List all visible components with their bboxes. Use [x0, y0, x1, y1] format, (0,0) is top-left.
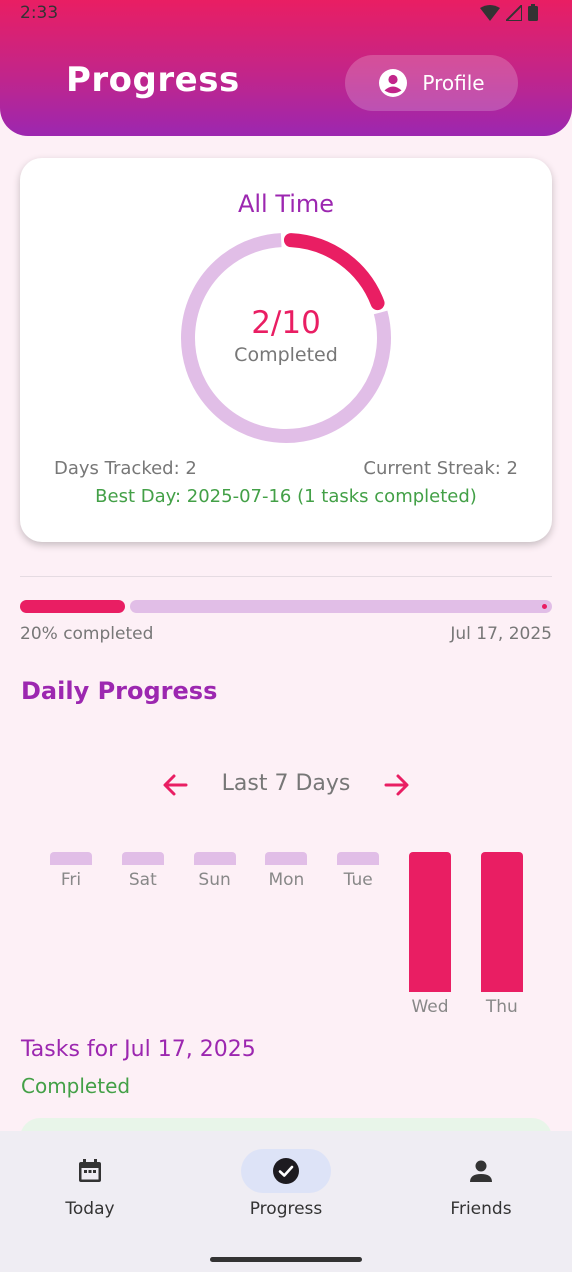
day-bar-sun [193, 852, 236, 865]
day-bar-wed [409, 852, 451, 992]
days-tracked: Days Tracked: 2 [54, 458, 197, 479]
card-title: All Time [237, 190, 335, 218]
day-label-wed: Wed [411, 997, 449, 1017]
day-bar-sat [121, 852, 164, 865]
day-bar-fri [50, 852, 92, 865]
day-label-thu: Thu [485, 997, 518, 1017]
account-circle-icon [379, 69, 408, 97]
nav-label-progress: Progress [249, 1199, 323, 1219]
page-title: Progress [66, 60, 240, 100]
tasks-title: Tasks for Jul 17, 2025 [21, 1037, 256, 1062]
nav-label-today: Today [65, 1199, 115, 1219]
progress-end-dot [542, 604, 547, 609]
bottom-nav: Today Progress Friends [0, 1131, 572, 1272]
daily-progress-title: Daily Progress [21, 677, 218, 705]
check-circle-icon [273, 1158, 299, 1184]
percent-completed: 20% completed [20, 624, 154, 644]
divider [20, 576, 552, 577]
day-bar-tue [337, 852, 380, 865]
daily-bar-chart: Fri Sat Sun Mon Tue Wed Thu [0, 840, 572, 1020]
person-icon [470, 1160, 492, 1182]
completed-label: Completed [234, 344, 338, 366]
gesture-bar [210, 1257, 362, 1262]
wifi-icon [480, 4, 500, 21]
arrow-right-icon[interactable] [382, 770, 412, 800]
completed-heading: Completed [21, 1074, 131, 1098]
status-time: 2:33 [20, 3, 59, 23]
nav-label-friends: Friends [450, 1199, 512, 1219]
progress-date: Jul 17, 2025 [450, 624, 552, 644]
day-label-fri: Fri [60, 870, 82, 890]
best-day: Best Day: 2025-07-16 (1 tasks completed) [95, 486, 477, 507]
range-label: Last 7 Days [221, 771, 351, 796]
current-streak: Current Streak: 2 [363, 458, 518, 479]
day-label-tue: Tue [343, 870, 373, 890]
battery-icon [528, 4, 538, 21]
day-bar-thu [480, 852, 523, 992]
day-label-sun: Sun [198, 870, 231, 890]
day-bar-mon [265, 852, 308, 865]
overall-progress-track [130, 600, 552, 613]
signal-icon [506, 4, 522, 21]
profile-label: Profile [422, 71, 485, 95]
all-time-card: All Time 2/10 Completed Days Tracked: 2 … [20, 158, 552, 542]
completed-count: 2/10 [251, 305, 321, 341]
calendar-icon [79, 1159, 101, 1182]
status-icons [480, 4, 538, 21]
day-label-mon: Mon [268, 870, 305, 890]
profile-button[interactable]: Profile [345, 55, 518, 111]
day-label-sat: Sat [128, 870, 157, 890]
app-header: 2:33 Progress Profile [0, 0, 572, 136]
overall-progress-fill [20, 600, 125, 613]
